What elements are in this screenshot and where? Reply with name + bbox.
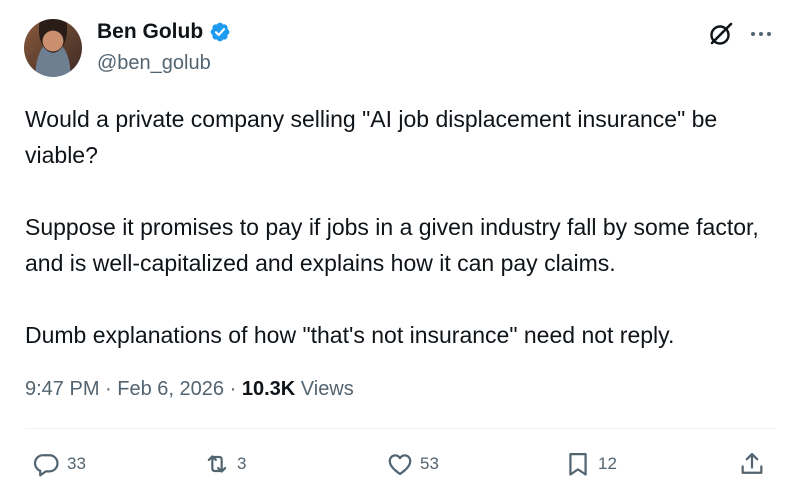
author-name-row: Ben Golub: [97, 20, 231, 44]
reply-count: 33: [67, 454, 86, 473]
views-label: Views: [300, 378, 354, 400]
tweet-time[interactable]: 9:47 PM: [25, 378, 99, 400]
repost-count: 3: [237, 454, 247, 473]
grok-icon[interactable]: [707, 20, 735, 48]
tweet-paragraph: Suppose it promises to pay if jobs in a …: [25, 214, 759, 276]
meta-separator: ·: [229, 378, 237, 400]
divider: [25, 428, 776, 429]
verified-badge-icon: [210, 22, 230, 42]
like-button[interactable]: 53: [386, 450, 439, 478]
views-count: 10.3K: [241, 378, 296, 400]
tweet-text: Would a private company selling "AI job …: [25, 101, 785, 353]
bookmark-button[interactable]: 12: [564, 450, 617, 478]
avatar[interactable]: [24, 19, 82, 77]
bookmark-count: 12: [598, 454, 617, 473]
reply-icon: [33, 454, 59, 477]
share-icon: [741, 452, 763, 474]
repost-icon: [207, 455, 227, 473]
meta-separator: ·: [105, 378, 112, 400]
like-count: 53: [420, 454, 439, 473]
repost-button[interactable]: 3: [203, 450, 246, 478]
bookmark-icon: [569, 452, 587, 476]
reply-button[interactable]: 33: [33, 450, 86, 478]
author-name[interactable]: Ben Golub: [97, 20, 203, 44]
author-handle[interactable]: @ben_golub: [97, 52, 211, 75]
tweet-paragraph: Would a private company selling "AI job …: [25, 106, 718, 168]
tweet-date[interactable]: Feb 6, 2026: [117, 378, 224, 400]
tweet-paragraph: Dumb explanations of how "that's not ins…: [25, 322, 675, 348]
share-button[interactable]: [738, 450, 766, 478]
heart-icon: [388, 454, 412, 476]
tweet-meta: 9:47 PM · Feb 6, 2026 · 10.3K Views: [25, 378, 354, 401]
more-icon[interactable]: [748, 22, 774, 46]
